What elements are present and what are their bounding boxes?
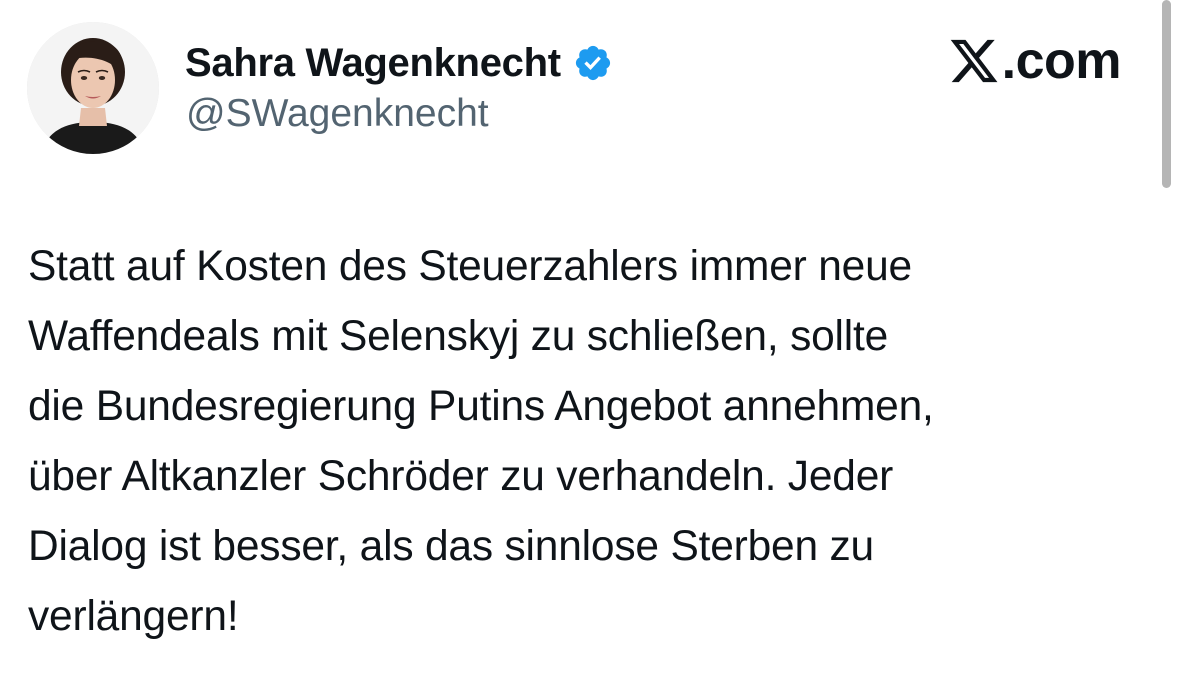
tweet-text-line: Dialog ist besser, als das sinnlose Ster…	[28, 523, 874, 570]
x-logo-icon	[948, 35, 1000, 87]
tweet-text-line: Waffendeals mit Selenskyj zu schließen, …	[28, 313, 889, 360]
tweet-text: Statt auf Kosten des Steuerzahlers immer…	[28, 232, 1138, 652]
author-name-row[interactable]: Sahra Wagenknecht	[185, 36, 613, 90]
tweet-card: Sahra Wagenknecht @SWagenknecht .com Sta…	[0, 0, 1179, 694]
brand-logo: .com	[948, 30, 1122, 92]
tweet-text-line: Statt auf Kosten des Steuerzahlers immer…	[28, 243, 912, 290]
tweet-text-line: über Altkanzler Schröder zu verhandeln. …	[28, 453, 894, 500]
tweet-text-line: verlängern!	[28, 593, 239, 640]
brand-domain-text: .com	[1001, 32, 1122, 90]
tweet-text-line: die Bundesregierung Putins Angebot anneh…	[28, 383, 934, 430]
avatar[interactable]	[27, 22, 159, 154]
author-handle[interactable]: @SWagenknecht	[186, 92, 489, 136]
verified-badge-icon	[573, 43, 613, 83]
author-display-name[interactable]: Sahra Wagenknecht	[185, 41, 561, 86]
avatar-portrait-icon	[27, 22, 159, 154]
scrollbar-thumb[interactable]	[1162, 0, 1171, 188]
